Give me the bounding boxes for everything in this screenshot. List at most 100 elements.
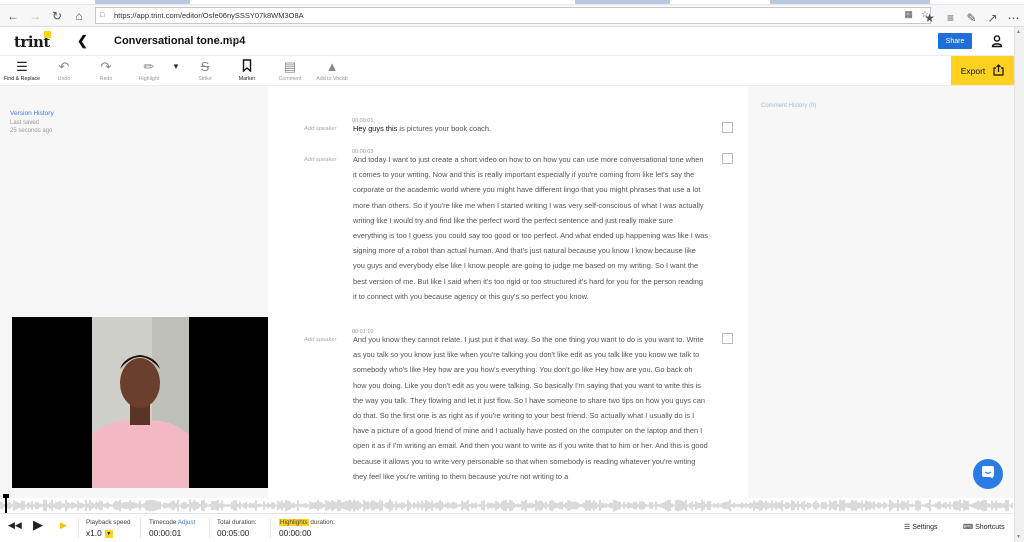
right-panel xyxy=(748,86,1014,499)
comment-icon: ▤ xyxy=(283,59,297,74)
reading-view-icon[interactable]: ▦ xyxy=(904,9,913,20)
scroll-down-icon[interactable]: ▼ xyxy=(1016,534,1021,540)
audio-waveform[interactable] xyxy=(0,498,1014,513)
settings-label: Settings xyxy=(912,524,938,531)
divider xyxy=(140,518,141,538)
find-replace-button[interactable]: ☰ Find & Replace xyxy=(0,59,44,82)
highlights-label: Highlights xyxy=(279,519,309,526)
add-speaker-button[interactable]: Add speaker xyxy=(304,337,337,343)
app-header: trint ❮ Conversational tone.mp4 Edit Sha… xyxy=(0,27,1014,55)
find-replace-icon: ☰ xyxy=(16,59,28,74)
address-bar-url: https://app.trint.com/editor/Osfe06nySSS… xyxy=(114,11,304,20)
keyboard-icon: ⌨ xyxy=(963,524,974,531)
divider xyxy=(78,518,79,538)
export-button[interactable]: Export xyxy=(951,56,1014,85)
logo-mark xyxy=(44,31,51,38)
divider xyxy=(270,518,271,538)
add-to-vocab-label: Add to Vocab xyxy=(316,76,348,82)
playhead[interactable] xyxy=(5,496,7,514)
timecode-label: Timecode xyxy=(149,519,177,526)
play-icon[interactable]: ▶ xyxy=(33,517,43,533)
strike-button[interactable]: S Strike xyxy=(183,59,227,82)
saved-ago-label: 25 seconds ago xyxy=(10,128,53,134)
add-to-vocab-button[interactable]: ▲ Add to Vocab xyxy=(310,59,354,82)
shortcuts-label: Shortcuts xyxy=(975,524,1005,531)
rewind-icon[interactable]: ◀◀ xyxy=(8,520,22,531)
undo-button[interactable]: ↶ Undo xyxy=(42,59,86,82)
settings-sliders-icon: ☰ xyxy=(904,524,911,531)
redo-label: Redo xyxy=(99,76,113,82)
strike-label: Strike xyxy=(198,76,212,82)
shortcuts-button[interactable]: ⌨ Shortcuts xyxy=(963,523,1005,531)
edit-title-link[interactable]: Edit xyxy=(229,38,239,44)
bookmark-icon xyxy=(242,59,252,75)
editor-toolbar: ☰ Find & Replace ↶ Undo ↷ Redo ✏ Highlig… xyxy=(0,55,1014,86)
segment-text[interactable]: Hey guys this is pictures your book coac… xyxy=(353,121,708,136)
lock-icon: □ xyxy=(100,12,105,19)
segment-text-played: Hey guys this xyxy=(353,124,398,133)
comment-button[interactable]: ▤ Comment xyxy=(268,59,312,82)
highlight-dropdown-chevron-icon[interactable]: ▼ xyxy=(172,62,180,71)
timecode-label-group: Timecode Adjust xyxy=(149,519,195,526)
segment-text[interactable]: And you know they cannot relate. I just … xyxy=(353,332,708,484)
browser-back-icon[interactable]: ← xyxy=(2,6,24,26)
graduation-cap-icon: ▲ xyxy=(325,59,339,74)
share-button[interactable]: Share xyxy=(938,33,972,49)
scroll-up-icon[interactable]: ▲ xyxy=(1016,29,1021,35)
video-player[interactable] xyxy=(12,317,268,488)
playback-speed-select[interactable]: x1.0 ▼ xyxy=(86,528,113,538)
undo-label: Undo xyxy=(57,76,71,82)
more-icon[interactable]: ⋯ xyxy=(1003,8,1024,28)
chat-icon xyxy=(981,465,995,484)
skip-forward-icon[interactable]: ▶ xyxy=(60,520,67,531)
marker-button[interactable]: Marker xyxy=(225,59,269,82)
highlight-label: Highlight xyxy=(138,76,160,82)
playback-speed-value: x1.0 xyxy=(86,528,102,538)
video-frame xyxy=(92,317,189,488)
comment-label: Comment xyxy=(278,76,302,82)
transcript-document[interactable]: Add speaker 00:00:01 Hey guys this is pi… xyxy=(268,100,748,499)
playback-speed-label: Playback speed xyxy=(86,519,131,526)
highlight-button[interactable]: ✏ Highlight xyxy=(127,59,171,82)
browser-share-icon[interactable]: ↗ xyxy=(982,8,1003,28)
segment-checkbox[interactable] xyxy=(722,333,733,344)
redo-icon: ↷ xyxy=(100,59,112,74)
strike-icon: S xyxy=(200,59,210,74)
segment-text-rest: is pictures your book coach. xyxy=(397,124,492,133)
duration-label: duration: xyxy=(308,519,335,526)
speed-dropdown-icon: ▼ xyxy=(104,529,113,538)
highlights-duration-label-group: Highlights duration: xyxy=(279,519,335,526)
browser-refresh-icon[interactable]: ↻ xyxy=(46,6,68,26)
timecode-adjust-link[interactable]: Adjust xyxy=(178,519,196,526)
last-saved-label: Last saved xyxy=(10,120,40,126)
settings-button[interactable]: ☰ Settings xyxy=(904,523,938,531)
address-bar[interactable]: □ https://app.trint.com/editor/Osfe06nyS… xyxy=(95,7,931,24)
export-label: Export xyxy=(960,65,986,76)
add-speaker-button[interactable]: Add speaker xyxy=(304,157,337,163)
total-duration-value: 00:05:00 xyxy=(217,528,250,538)
add-speaker-button[interactable]: Add speaker xyxy=(304,126,337,132)
browser-home-icon[interactable]: ⌂ xyxy=(68,6,90,26)
version-history-link[interactable]: Version History xyxy=(10,110,54,117)
user-icon[interactable] xyxy=(990,34,1004,48)
segment-text[interactable]: And today I want to just create a short … xyxy=(353,152,708,304)
page-scrollbar[interactable] xyxy=(1014,27,1024,542)
find-replace-label: Find & Replace xyxy=(3,76,41,82)
segment-checkbox[interactable] xyxy=(722,122,733,133)
favorites-icon[interactable]: ★ xyxy=(919,8,940,28)
reading-list-icon[interactable]: ≡ xyxy=(940,8,961,28)
back-chevron-icon[interactable]: ❮ xyxy=(77,34,91,48)
divider xyxy=(209,518,210,538)
chat-support-button[interactable] xyxy=(973,459,1003,489)
browser-forward-icon[interactable]: → xyxy=(24,6,46,26)
total-duration-label: Total duration: xyxy=(217,519,257,526)
browser-toolbar: ← → ↻ ⌂ □ https://app.trint.com/editor/O… xyxy=(0,5,1024,27)
export-icon xyxy=(993,63,1004,78)
undo-icon: ↶ xyxy=(58,59,70,74)
file-title[interactable]: Conversational tone.mp4 xyxy=(114,35,245,47)
notes-icon[interactable]: ✎ xyxy=(961,8,982,28)
segment-checkbox[interactable] xyxy=(722,153,733,164)
redo-button[interactable]: ↷ Redo xyxy=(84,59,128,82)
comment-history-link[interactable]: Comment History (0) xyxy=(761,103,816,109)
timecode-value: 00:00:01 xyxy=(149,528,182,538)
